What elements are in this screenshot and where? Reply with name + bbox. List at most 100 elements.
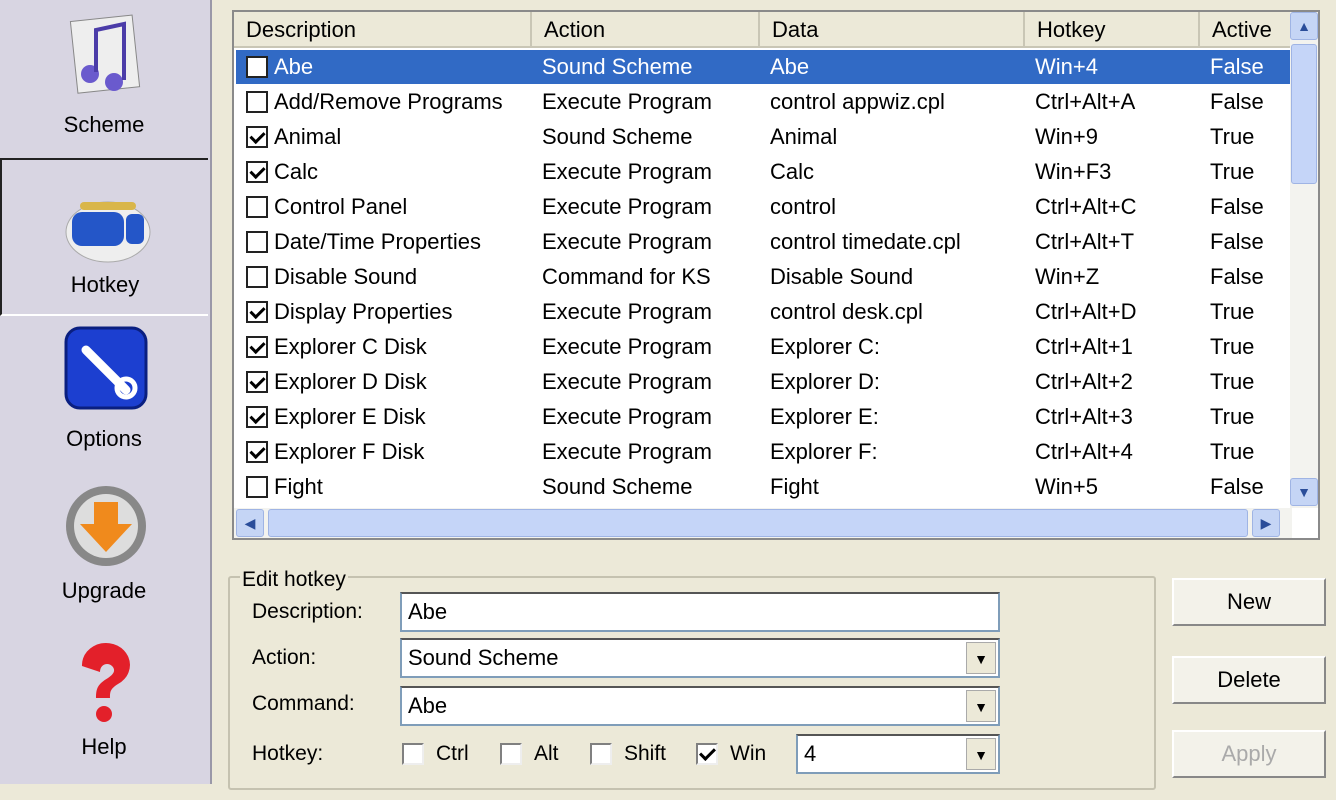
row-checkbox[interactable] [246,266,268,288]
sidebar-item-hotkey[interactable]: Hotkey [0,158,208,316]
checkbox-label: Win [730,742,767,765]
group-title: Edit hotkey [240,568,348,592]
cell-description: Control Panel [236,190,532,224]
command-select[interactable]: Abe ▼ [400,686,1000,726]
table-header: Description Action Data Hotkey Active [234,12,1292,48]
checkbox-box[interactable] [696,743,718,765]
row-checkbox[interactable] [246,441,268,463]
table-row[interactable]: Add/Remove Programs Execute Program cont… [236,85,1290,119]
table-row[interactable]: Disable Sound Command for KS Disable Sou… [236,260,1290,294]
checkbox-box[interactable] [500,743,522,765]
horizontal-scrollbar[interactable]: ◀ ▶ [234,508,1292,538]
cell-description: Calc [236,155,532,189]
row-checkbox[interactable] [246,126,268,148]
ctrl-checkbox[interactable]: Ctrl [402,742,469,766]
sidebar-item-label: Options [66,426,142,451]
table-row[interactable]: Date/Time Properties Execute Program con… [236,225,1290,259]
scroll-left-button[interactable]: ◀ [236,509,264,537]
sidebar-item-upgrade[interactable]: Upgrade [0,466,208,616]
key-select[interactable]: 4 ▼ [796,734,1000,774]
description-text: Disable Sound [274,264,418,289]
scroll-down-button[interactable]: ▼ [1290,478,1318,506]
table-row[interactable]: Calc Execute Program Calc Win+F3 True [236,155,1290,189]
row-checkbox[interactable] [246,196,268,218]
cell-data: control timedate.cpl [770,229,961,254]
shift-checkbox[interactable]: Shift [590,742,666,766]
description-text: Fight [274,474,323,499]
cell-data: Calc [770,159,815,184]
column-header-description[interactable]: Description [234,12,532,48]
cell-data: Abe [770,54,810,79]
column-header-active[interactable]: Active [1200,12,1292,48]
table-row[interactable]: Abe Sound Scheme Abe Win+4 False [236,50,1290,84]
chevron-down-icon[interactable]: ▼ [966,690,996,722]
cell-data: control [770,194,837,219]
description-text: Calc [274,159,319,184]
table-row[interactable]: Explorer E Disk Execute Program Explorer… [236,400,1290,434]
cell-data: control desk.cpl [770,299,923,324]
chevron-down-icon[interactable]: ▼ [966,642,996,674]
cell-active: True [1210,159,1255,184]
sidebar-item-label: Upgrade [61,578,147,603]
down-arrow-icon [66,486,146,566]
description-label: Description: [252,600,363,623]
scroll-thumb[interactable] [268,509,1248,537]
checkbox-box[interactable] [590,743,612,765]
row-checkbox[interactable] [246,56,268,78]
cell-action: Execute Program [542,404,712,429]
cell-data: control appwiz.cpl [770,89,945,114]
cell-action: Sound Scheme [542,54,693,79]
description-input[interactable]: Abe [400,592,1000,632]
table-row[interactable]: Animal Sound Scheme Animal Win+9 True [236,120,1290,154]
scroll-right-button[interactable]: ▶ [1252,509,1280,537]
cell-active: True [1210,334,1255,359]
cell-data: Explorer C: [770,334,881,359]
key-value: 4 [804,741,817,766]
column-header-action[interactable]: Action [532,12,760,48]
table-row[interactable]: Explorer F Disk Execute Program Explorer… [236,435,1290,469]
vertical-scrollbar[interactable]: ▲ ▼ [1290,12,1318,508]
scroll-thumb[interactable] [1291,44,1317,184]
row-checkbox[interactable] [246,371,268,393]
description-text: Explorer F Disk [274,439,425,464]
table-row[interactable]: Explorer D Disk Execute Program Explorer… [236,365,1290,399]
row-checkbox[interactable] [246,406,268,428]
row-checkbox[interactable] [246,161,268,183]
chevron-down-icon[interactable]: ▼ [966,738,996,770]
description-text: Abe [274,54,314,79]
cell-hotkey: Ctrl+Alt+1 [1035,334,1133,359]
row-checkbox[interactable] [246,336,268,358]
cell-action: Sound Scheme [542,474,693,499]
description-text: Animal [274,124,342,149]
row-checkbox[interactable] [246,91,268,113]
cell-data: Explorer D: [770,369,881,394]
table-row[interactable]: Control Panel Execute Program control Ct… [236,190,1290,224]
row-checkbox[interactable] [246,231,268,253]
delete-button[interactable]: Delete [1172,656,1326,704]
hotkey-list[interactable]: Description Action Data Hotkey Active Ab… [232,10,1320,540]
column-header-hotkey[interactable]: Hotkey [1025,12,1200,48]
checkbox-label: Ctrl [436,742,469,765]
table-row[interactable]: Display Properties Execute Program contr… [236,295,1290,329]
table-row[interactable]: Explorer C Disk Execute Program Explorer… [236,330,1290,364]
row-checkbox[interactable] [246,476,268,498]
alt-checkbox[interactable]: Alt [500,742,559,766]
win-checkbox[interactable]: Win [696,742,766,766]
new-button[interactable]: New [1172,578,1326,626]
cell-active: False [1210,54,1264,79]
cell-hotkey: Ctrl+Alt+3 [1035,404,1133,429]
question-mark-icon [81,642,130,722]
row-checkbox[interactable] [246,301,268,323]
sidebar-item-help[interactable]: Help [0,616,208,776]
action-select[interactable]: Sound Scheme ▼ [400,638,1000,678]
sidebar-item-scheme[interactable]: Scheme [0,0,208,158]
cell-action: Execute Program [542,439,712,464]
sidebar-item-options[interactable]: Options [0,316,208,466]
cell-description: Explorer D Disk [236,365,532,399]
table-row[interactable]: Fight Sound Scheme Fight Win+5 False [236,470,1290,504]
checkbox-box[interactable] [402,743,424,765]
column-header-data[interactable]: Data [760,12,1025,48]
cell-active: False [1210,229,1264,254]
apply-button[interactable]: Apply [1172,730,1326,778]
scroll-up-button[interactable]: ▲ [1290,12,1318,40]
